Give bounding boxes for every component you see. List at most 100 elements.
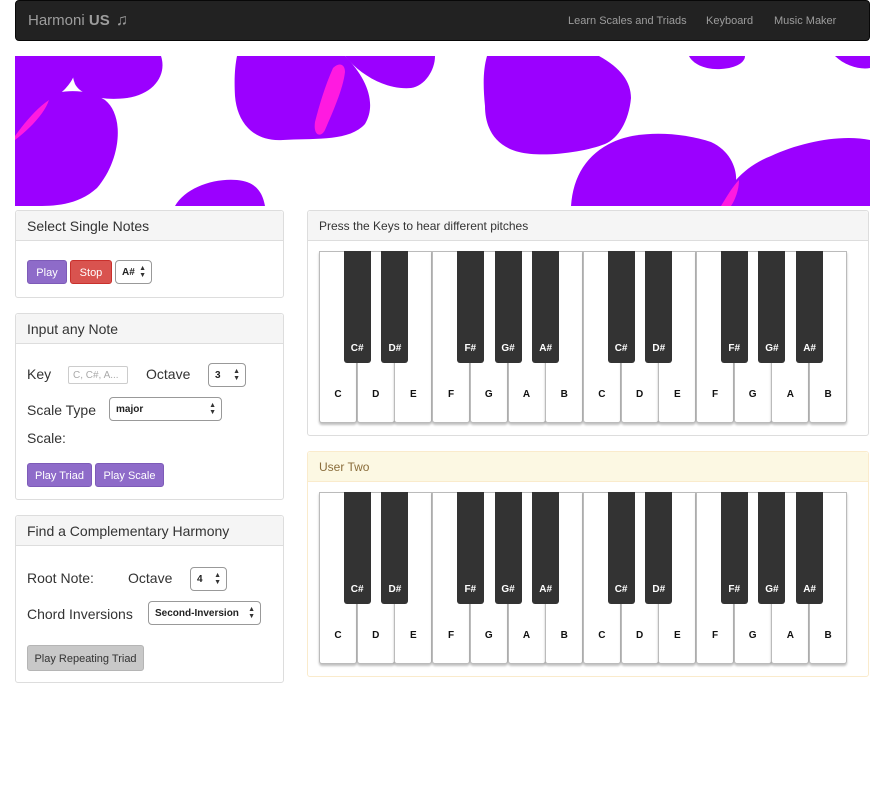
- white-key-label: B: [560, 630, 568, 641]
- white-key-label: E: [673, 389, 681, 400]
- white-key-label: F: [448, 630, 455, 641]
- brand-logo[interactable]: Harmoni US ♫: [28, 12, 128, 30]
- brand-prefix: Harmoni: [28, 12, 85, 29]
- black-key[interactable]: D#: [645, 251, 673, 363]
- black-key[interactable]: C#: [343, 251, 371, 363]
- blob: [15, 91, 118, 206]
- blob-visualization: [15, 56, 870, 206]
- panel-title: Press the Keys to hear different pitches: [308, 211, 868, 241]
- white-key-label: G: [484, 389, 493, 400]
- nav-link-music-maker[interactable]: Music Maker: [774, 15, 836, 27]
- panel-title: User Two: [308, 452, 868, 482]
- black-key[interactable]: F#: [456, 251, 484, 363]
- inversion-select[interactable]: Second-Inversion ▲ ▼: [148, 601, 261, 625]
- black-key[interactable]: C#: [343, 492, 371, 604]
- white-key-label: A: [522, 389, 531, 400]
- white-key-label: E: [410, 389, 417, 400]
- music-note-icon: ♫: [115, 12, 128, 29]
- harmony-octave-value: 4: [197, 574, 203, 585]
- black-key-label: C#: [350, 584, 364, 595]
- black-key-label: F#: [728, 343, 741, 354]
- white-key-label: A: [522, 630, 531, 641]
- black-key[interactable]: A#: [532, 492, 560, 604]
- navbar: Harmoni US ♫ Learn Scales and Triads Key…: [15, 0, 870, 41]
- piano-keyboard-two: C D E F G A B C D E F G A B C# D# F# G# A# C# D# F# G# A#: [319, 492, 848, 664]
- black-key-label: F#: [464, 584, 477, 595]
- panel-title: Input any Note: [16, 314, 283, 344]
- black-key-label: C#: [614, 343, 628, 354]
- select-arrows-icon: ▲ ▼: [233, 368, 240, 382]
- black-key[interactable]: C#: [607, 251, 635, 363]
- note-select[interactable]: A# ▲ ▼: [115, 260, 152, 284]
- black-key[interactable]: D#: [645, 492, 673, 604]
- black-key[interactable]: D#: [381, 492, 409, 604]
- black-key-label: D#: [652, 343, 666, 354]
- play-button[interactable]: Play: [27, 260, 67, 284]
- black-key-label: G#: [501, 343, 515, 354]
- black-key-label: A#: [803, 343, 816, 354]
- black-key-label: F#: [728, 584, 741, 595]
- black-key[interactable]: F#: [720, 251, 748, 363]
- black-key[interactable]: G#: [494, 492, 522, 604]
- scale-type-value: major: [116, 404, 144, 415]
- black-key[interactable]: A#: [796, 492, 824, 604]
- blob: [175, 179, 265, 206]
- octave-label: Octave: [128, 570, 173, 586]
- black-key[interactable]: D#: [381, 251, 409, 363]
- black-key[interactable]: G#: [758, 251, 786, 363]
- black-key-label: A#: [539, 343, 553, 354]
- black-key-label: C#: [350, 343, 364, 354]
- black-key-label: D#: [388, 584, 402, 595]
- black-key-label: D#: [388, 343, 402, 354]
- key-input[interactable]: C, C#, A...: [68, 366, 128, 384]
- white-key-label: B: [824, 389, 832, 400]
- octave-select-value: 3: [215, 370, 221, 381]
- black-key-label: G#: [765, 584, 779, 595]
- black-key[interactable]: G#: [494, 251, 522, 363]
- black-key[interactable]: C#: [607, 492, 635, 604]
- play-scale-button[interactable]: Play Scale: [95, 463, 164, 487]
- white-key-label: D: [372, 389, 380, 400]
- black-key-label: A#: [539, 584, 553, 595]
- stop-button[interactable]: Stop: [70, 260, 112, 284]
- black-key[interactable]: F#: [456, 492, 484, 604]
- play-triad-button[interactable]: Play Triad: [27, 463, 92, 487]
- select-arrows-icon: ▲ ▼: [209, 402, 216, 416]
- black-key-label: C#: [614, 584, 628, 595]
- black-key[interactable]: G#: [758, 492, 786, 604]
- harmony-octave-select[interactable]: 4 ▲ ▼: [190, 567, 227, 591]
- scale-type-select[interactable]: major ▲ ▼: [109, 397, 222, 421]
- panel-keyboard-one: Press the Keys to hear different pitches…: [307, 210, 869, 436]
- white-key-label: D: [635, 389, 644, 400]
- black-key-label: A#: [803, 584, 816, 595]
- blob: [234, 56, 371, 141]
- chord-inversions-label: Chord Inversions: [27, 606, 133, 622]
- white-key-label: E: [410, 630, 417, 641]
- nav-link-keyboard[interactable]: Keyboard: [706, 15, 753, 27]
- black-key-label: G#: [765, 343, 779, 354]
- white-key-label: B: [560, 389, 568, 400]
- note-select-value: A#: [122, 267, 135, 278]
- blob: [483, 56, 631, 155]
- black-key-label: F#: [464, 343, 477, 354]
- black-key-label: G#: [501, 584, 515, 595]
- white-key-label: C: [598, 389, 606, 400]
- white-key-label: C: [334, 389, 342, 400]
- inversion-value: Second-Inversion: [155, 608, 239, 619]
- select-arrows-icon: ▲ ▼: [139, 265, 146, 279]
- white-key-label: G: [484, 630, 493, 641]
- select-arrows-icon: ▲ ▼: [214, 572, 221, 586]
- white-key-label: C: [598, 630, 606, 641]
- panel-harmony: Find a Complementary Harmony Root Note: …: [15, 515, 284, 683]
- black-key[interactable]: F#: [720, 492, 748, 604]
- octave-select[interactable]: 3 ▲ ▼: [208, 363, 246, 387]
- black-key[interactable]: A#: [796, 251, 824, 363]
- white-key-label: F: [711, 630, 719, 641]
- nav-link-learn[interactable]: Learn Scales and Triads: [568, 15, 687, 27]
- black-key[interactable]: A#: [532, 251, 560, 363]
- white-key-label: D: [372, 630, 380, 641]
- select-arrows-icon: ▲ ▼: [248, 606, 255, 620]
- white-key-label: F: [711, 389, 719, 400]
- play-repeating-triad-button[interactable]: Play Repeating Triad: [27, 645, 144, 671]
- brand-bold: US: [88, 12, 110, 29]
